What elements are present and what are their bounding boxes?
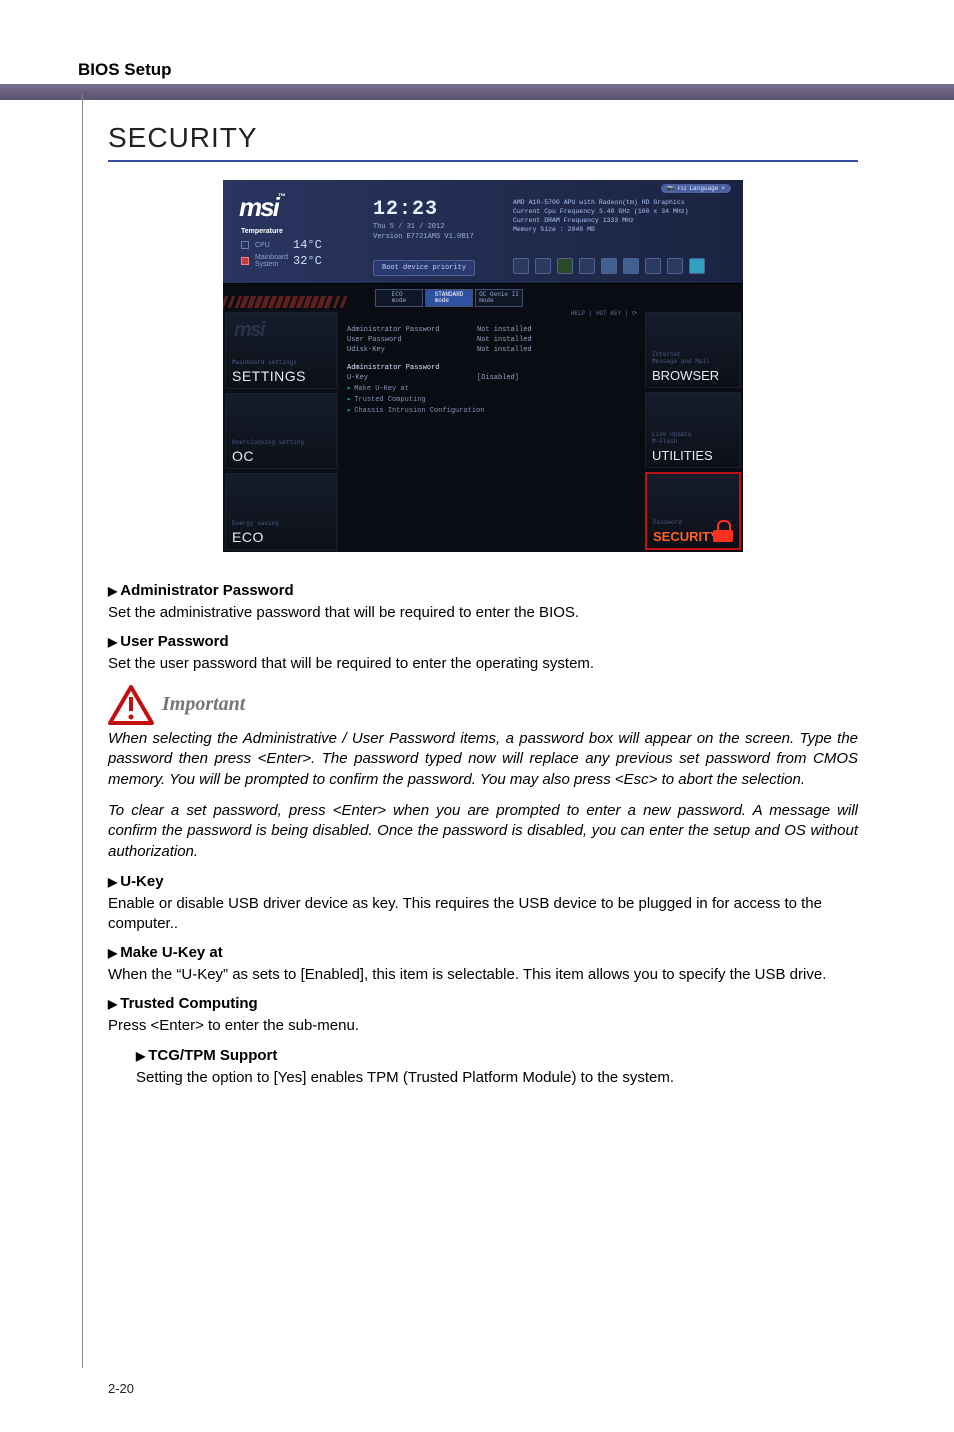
left-rule [82,94,83,1368]
standard-mode-tab[interactable]: STANDARD mode [425,289,473,307]
desc-admin-password: Set the administrative password that wil… [108,603,858,623]
item-u-key: ▶U-Key [108,873,858,890]
page-title: SECURITY [108,122,858,162]
desc-trusted-computing: Press <Enter> to enter the sub-menu. [108,1016,858,1036]
menu-admin-password[interactable]: Administrator Password [347,364,635,372]
oc-nav[interactable]: Overclocking setting OC [225,393,337,470]
header-bar [0,84,954,100]
desc-tcg-tpm: Setting the option to [Yes] enables TPM … [136,1068,858,1088]
eco-mode-tab[interactable]: ECO mode [375,289,423,307]
desc-u-key: Enable or disable USB driver device as k… [108,894,858,935]
item-tcg-tpm: ▶TCG/TPM Support [136,1047,858,1064]
cpu-chip-icon [241,241,249,249]
msi-logo: msi™ [239,192,286,223]
browser-nav[interactable]: Internet Message and Mail BROWSER [645,312,741,388]
warning-icon [108,685,154,725]
settings-nav[interactable]: msi Mainboard settings SETTINGS [225,312,337,389]
bios-date: Thu 5 / 31 / 2012 [373,223,474,231]
temperature-label: Temperature [241,228,322,235]
table-row: Administrator PasswordNot installed [347,326,635,334]
security-nav[interactable]: Password SECURITY [645,472,741,550]
item-trusted-computing: ▶Trusted Computing [108,995,858,1012]
cpu-temp: 14°C [293,238,322,252]
sys-chip-icon [241,257,249,265]
help-hotkey[interactable]: HELP | HOT KEY | ⟳ [571,310,637,317]
table-row: Udisk-KeyNot installed [347,346,635,354]
system-info: AMD A10-5700 APU with Radeon(tm) HD Grap… [513,198,731,234]
desc-user-password: Set the user password that will be requi… [108,654,858,674]
bios-version: Version E7721AMS V1.0B17 [373,233,474,241]
item-user-password: ▶User Password [108,633,858,650]
bios-clock: 12:23 [373,198,474,221]
item-admin-password: ▶Administrator Password [108,582,858,599]
utilities-nav[interactable]: Live Update M-Flash UTILITIES [645,392,741,468]
bios-screenshot: msi™ Temperature CPU 14°C Mainboard Syst… [223,180,743,552]
menu-trusted-computing[interactable]: ▸Trusted Computing [347,395,635,404]
boot-device-priority-button[interactable]: Boot device priority [373,260,475,276]
sys-temp: 32°C [293,254,322,268]
desc-make-u-key: When the “U-Key” as sets to [Enabled], t… [108,965,858,985]
section-header: BIOS Setup [0,60,954,80]
menu-u-key[interactable]: U-Key[Disabled] [347,374,635,382]
table-row: User PasswordNot installed [347,336,635,344]
cpu-label: CPU [255,242,287,249]
oc-genie-mode-tab[interactable]: OC Genie II mode [475,289,523,307]
language-button[interactable]: 📷F12Language× [661,184,731,193]
menu-chassis-intrusion[interactable]: ▸Chassis Intrusion Configuration [347,406,635,415]
item-make-u-key: ▶Make U-Key at [108,944,858,961]
menu-make-u-key[interactable]: ▸Make U-Key at [347,384,635,393]
page-number: 2-20 [108,1381,134,1396]
important-para-2: To clear a set password, press <Enter> w… [108,801,858,863]
important-para-1: When selecting the Administrative / User… [108,729,858,791]
sys-label: Mainboard System [255,254,287,268]
boot-device-icons [513,258,705,274]
lock-icon [713,520,733,542]
important-label: Important [162,693,245,716]
eco-nav[interactable]: Energy saving ECO [225,473,337,550]
